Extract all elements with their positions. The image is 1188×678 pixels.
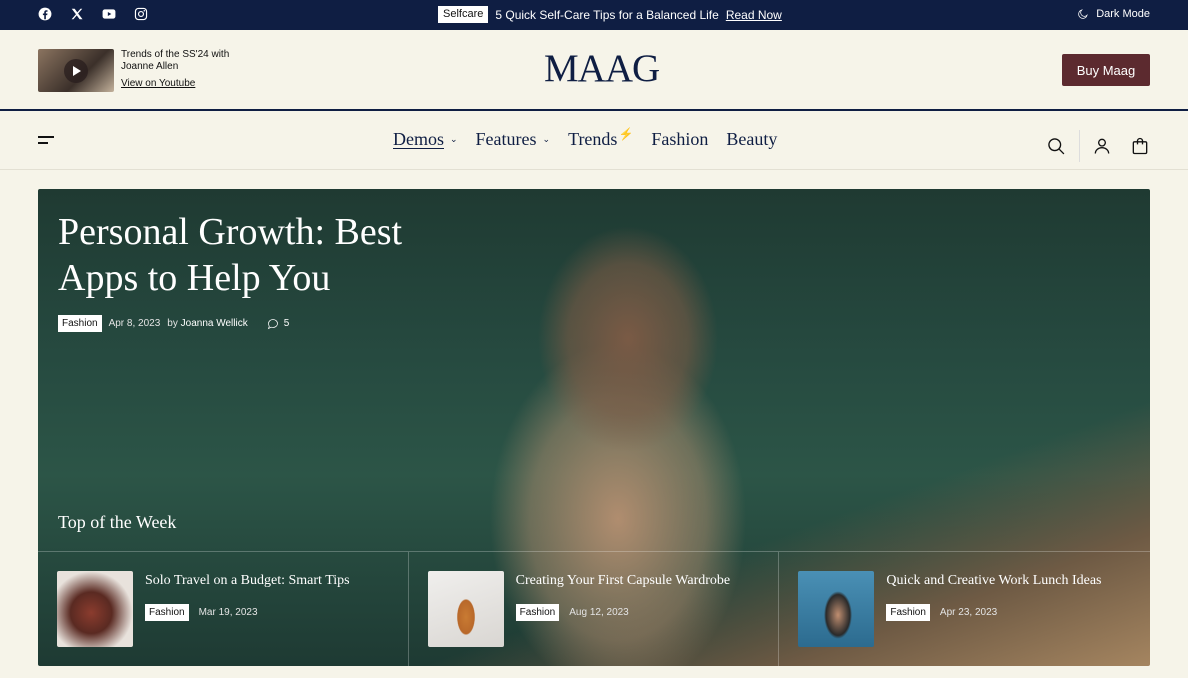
buy-button[interactable]: Buy Maag: [1062, 54, 1150, 86]
nav-item-trends[interactable]: Trends ⚡: [568, 127, 634, 150]
site-header: Trends of the SS'24 with Joanne Allen Vi…: [0, 30, 1188, 111]
moon-icon: [1078, 9, 1088, 19]
ticker-tag[interactable]: Selfcare: [438, 6, 489, 23]
chevron-down-icon: ⌄: [450, 134, 458, 144]
category-badge[interactable]: Fashion: [886, 604, 930, 621]
top-bar: Selfcare 5 Quick Self-Care Tips for a Ba…: [0, 0, 1188, 30]
section-title: Top of the Week: [58, 512, 177, 532]
hero-meta: Fashion Apr 8, 2023 by Joanna Wellick 5: [58, 315, 289, 332]
comment-icon: [267, 318, 278, 329]
video-thumbnail[interactable]: [38, 49, 114, 92]
nav-item-features[interactable]: Features ⌄: [476, 129, 551, 150]
featured-video[interactable]: Trends of the SS'24 with Joanne Allen Vi…: [38, 49, 241, 92]
article-card[interactable]: Creating Your First Capsule Wardrobe Fas…: [409, 552, 780, 666]
social-links: [38, 7, 148, 21]
article-card[interactable]: Solo Travel on a Budget: Smart Tips Fash…: [38, 552, 409, 666]
bolt-icon: ⚡: [618, 127, 634, 141]
post-date: Aug 12, 2023: [569, 607, 629, 618]
author-name[interactable]: Joanna Wellick: [181, 318, 248, 329]
by-label: by: [167, 318, 178, 329]
dark-mode-toggle[interactable]: Dark Mode: [1077, 8, 1150, 20]
x-icon[interactable]: [70, 7, 84, 21]
news-ticker: Selfcare 5 Quick Self-Care Tips for a Ba…: [438, 6, 782, 23]
top-of-week-list: Solo Travel on a Budget: Smart Tips Fash…: [38, 551, 1150, 666]
menu-icon[interactable]: [38, 136, 54, 145]
chevron-down-icon: ⌄: [542, 134, 551, 144]
nav-menu: Demos ⌄ Features ⌄ Trends ⚡ Fashion Beau…: [393, 127, 777, 150]
nav-actions: [1046, 130, 1150, 162]
search-icon[interactable]: [1046, 136, 1066, 156]
article-title[interactable]: Creating Your First Capsule Wardrobe: [516, 572, 766, 590]
nav-item-fashion[interactable]: Fashion: [651, 129, 708, 150]
divider: [1079, 130, 1080, 162]
category-badge[interactable]: Fashion: [145, 604, 189, 621]
article-card[interactable]: Quick and Creative Work Lunch Ideas Fash…: [779, 552, 1150, 666]
post-date: Mar 19, 2023: [198, 607, 258, 618]
category-badge[interactable]: Fashion: [58, 315, 102, 332]
instagram-icon[interactable]: [134, 7, 148, 21]
hero-article[interactable]: Personal Growth: Best Apps to Help You F…: [38, 189, 1150, 666]
youtube-icon[interactable]: [102, 7, 116, 21]
article-thumbnail[interactable]: [798, 571, 875, 647]
comments-count[interactable]: 5: [267, 318, 289, 330]
article-title[interactable]: Quick and Creative Work Lunch Ideas: [886, 572, 1136, 590]
article-thumbnail[interactable]: [57, 571, 133, 647]
dark-mode-label: Dark Mode: [1096, 8, 1150, 20]
category-badge[interactable]: Fashion: [515, 604, 560, 621]
ticker-read-now-link[interactable]: Read Now: [726, 8, 782, 22]
post-date: Apr 8, 2023: [108, 318, 161, 329]
view-on-youtube-link[interactable]: View on Youtube: [121, 78, 241, 90]
shopping-bag-icon[interactable]: [1130, 136, 1150, 156]
article-title[interactable]: Solo Travel on a Budget: Smart Tips: [145, 572, 395, 590]
site-logo[interactable]: MAAG: [544, 49, 660, 89]
post-date: Apr 23, 2023: [939, 607, 998, 618]
facebook-icon[interactable]: [38, 7, 52, 21]
video-title: Trends of the SS'24 with Joanne Allen: [121, 49, 230, 72]
play-icon[interactable]: [64, 59, 88, 83]
ticker-text[interactable]: 5 Quick Self-Care Tips for a Balanced Li…: [495, 8, 718, 22]
nav-item-demos[interactable]: Demos ⌄: [393, 129, 458, 150]
nav-item-beauty[interactable]: Beauty: [726, 129, 777, 150]
main-navigation: Demos ⌄ Features ⌄ Trends ⚡ Fashion Beau…: [0, 111, 1188, 170]
user-icon[interactable]: [1092, 136, 1112, 156]
article-thumbnail[interactable]: [427, 571, 504, 647]
hero-title[interactable]: Personal Growth: Best Apps to Help You: [58, 209, 478, 301]
